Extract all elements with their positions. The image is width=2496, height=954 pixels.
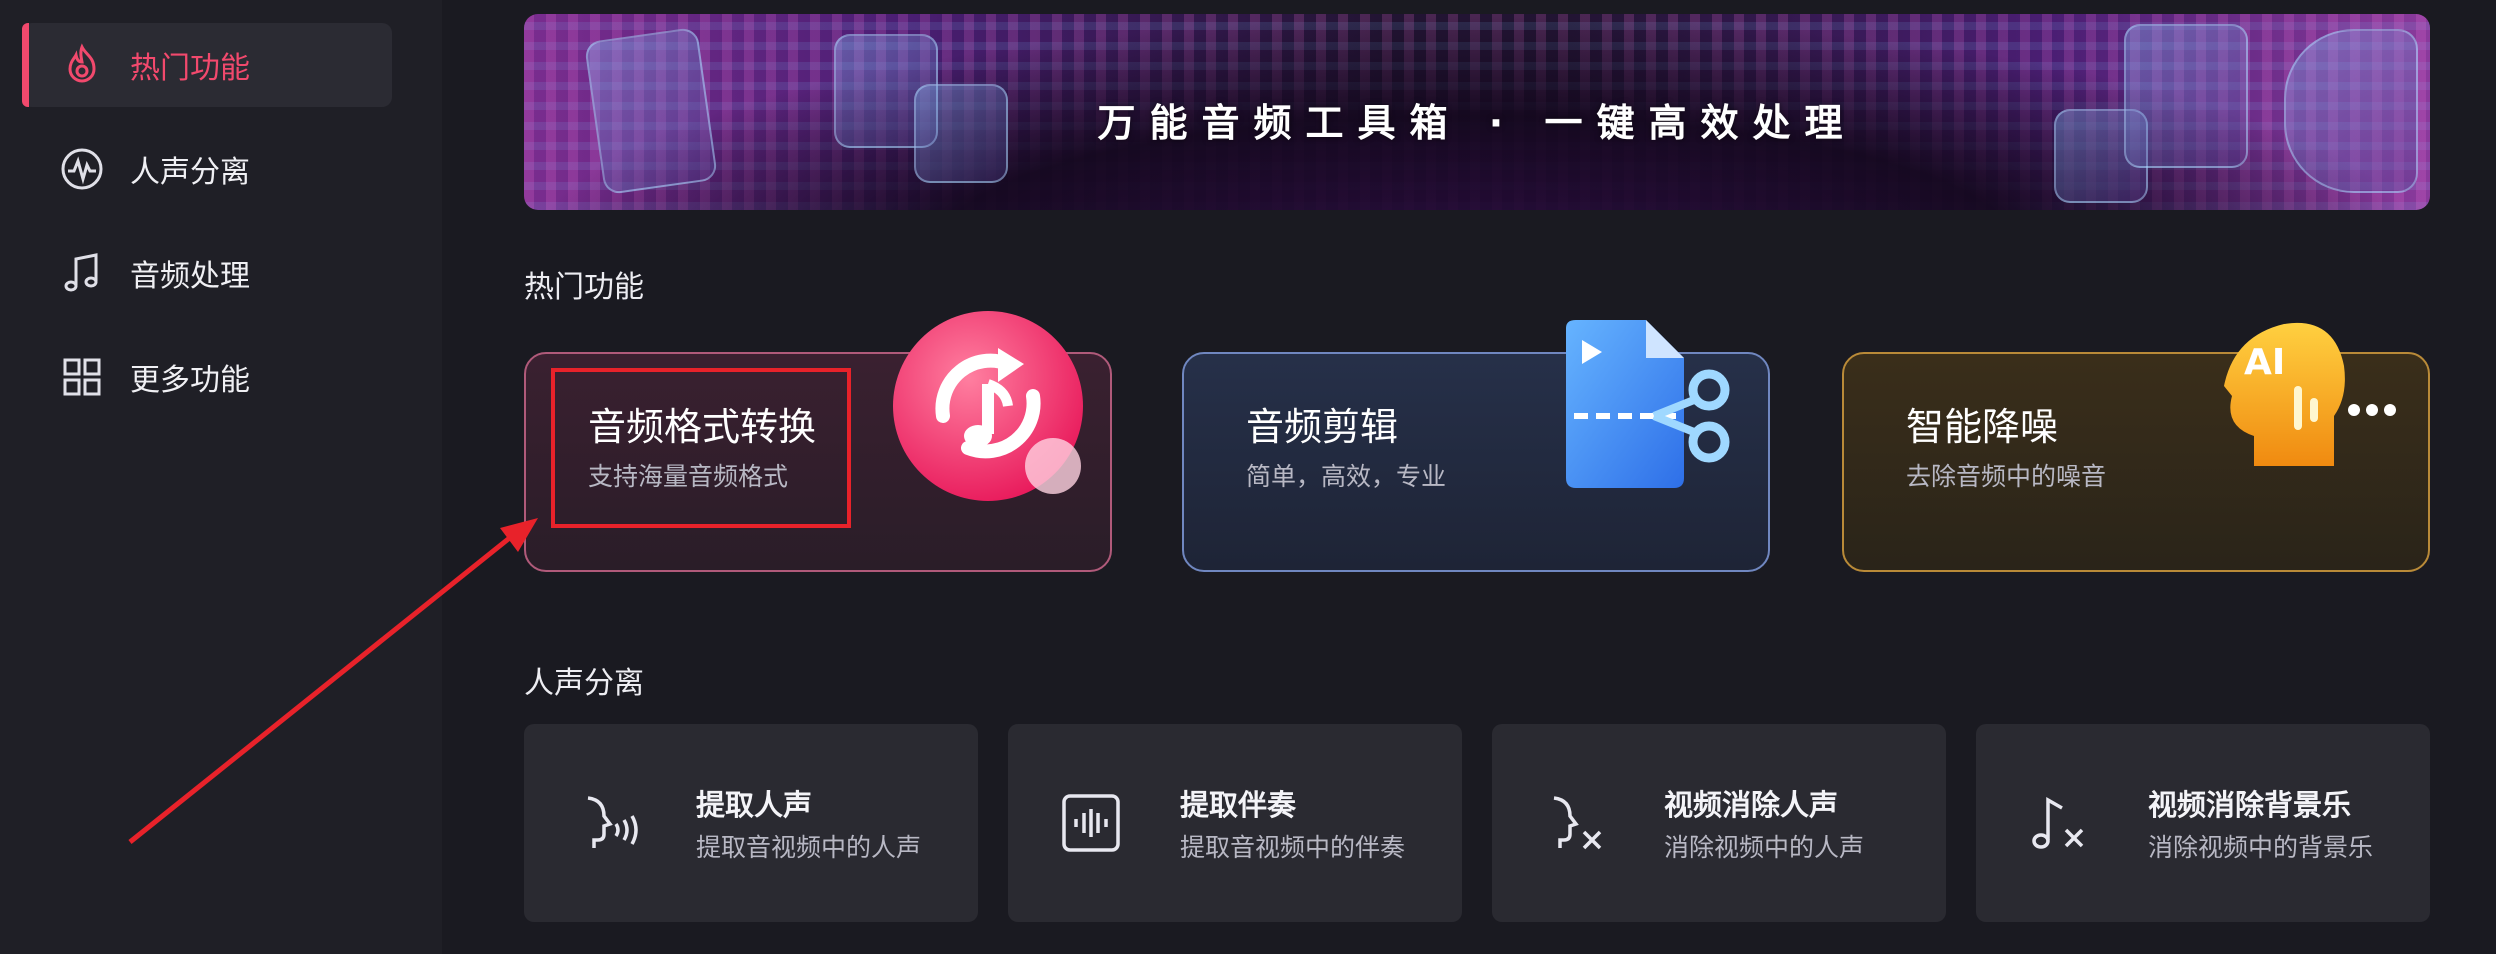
feature-card-audio-edit[interactable]: 音频剪辑 简单，高效，专业	[1182, 320, 1770, 572]
vocal-card-title: 视频消除背景乐	[2148, 788, 2352, 822]
section-title-hot: 热门功能	[524, 270, 644, 305]
voice-remove-icon	[1553, 796, 1602, 850]
feature-card-format-convert[interactable]: 音频格式转换 支持海量音频格式	[524, 311, 1112, 572]
voice-profile-icon	[587, 796, 638, 848]
feature-title: 智能降噪	[1906, 405, 2059, 449]
file-scissors-icon	[1566, 320, 1730, 488]
feature-title: 音频剪辑	[1246, 405, 1399, 449]
sidebar-item-label: 音频处理	[130, 259, 250, 294]
feature-title: 音频格式转换	[588, 405, 817, 449]
vocal-card-subtitle: 消除视频中的人声	[1664, 833, 1865, 862]
section-title-vocal: 人声分离	[524, 666, 644, 701]
music-note-icon	[64, 253, 98, 292]
vocal-card-video-remove-voice[interactable]: 视频消除人声 消除视频中的人声	[1492, 724, 1946, 922]
music-convert-icon	[893, 311, 1083, 501]
sidebar-item-label: 热门功能	[130, 51, 250, 86]
feature-subtitle: 支持海量音频格式	[588, 462, 789, 491]
vocal-card-subtitle: 提取音视频中的人声	[696, 833, 922, 862]
promo-banner[interactable]: 万能音频工具箱 · 一键高效处理	[524, 14, 2430, 210]
sidebar: 热门功能 人声分离 音频处理 更多功能	[0, 0, 442, 954]
vocal-card-extract-voice[interactable]: 提取人声 提取音视频中的人声	[524, 724, 978, 922]
fire-icon	[68, 43, 96, 83]
waveform-icon	[61, 148, 103, 190]
vocal-card-title: 提取人声	[696, 788, 813, 822]
feature-subtitle: 去除音频中的噪音	[1906, 462, 2107, 491]
vocal-card-title: 视频消除人声	[1664, 788, 1839, 822]
feature-card-noise-reduction[interactable]: 智能降噪 去除音频中的噪音 AI	[1842, 322, 2430, 572]
ai-head-icon: AI	[2224, 322, 2396, 466]
vocal-card-subtitle: 提取音视频中的伴奏	[1180, 833, 1406, 862]
vocal-card-subtitle: 消除视频中的背景乐	[2148, 833, 2374, 862]
vocal-card-video-remove-bgm[interactable]: 视频消除背景乐 消除视频中的背景乐	[1976, 724, 2430, 922]
note-remove-icon	[2032, 796, 2084, 849]
vocal-card-extract-accompaniment[interactable]: 提取伴奏 提取音视频中的伴奏	[1008, 724, 1462, 922]
feature-subtitle: 简单，高效，专业	[1246, 462, 1447, 491]
main-content: 万能音频工具箱 · 一键高效处理 热门功能 音频格式转换 支持海量音频格式 音频…	[442, 0, 2496, 954]
audio-box-icon	[1062, 794, 1120, 852]
svg-text:AI: AI	[2244, 342, 2285, 383]
sidebar-item-audio-processing[interactable]: 音频处理	[22, 231, 392, 315]
sidebar-item-label: 更多功能	[130, 363, 250, 398]
grid-icon	[63, 358, 101, 396]
sidebar-item-label: 人声分离	[130, 155, 250, 190]
banner-title: 万能音频工具箱 · 一键高效处理	[1097, 101, 1857, 145]
sidebar-item-vocal-separation[interactable]: 人声分离	[22, 127, 392, 211]
vocal-card-title: 提取伴奏	[1180, 788, 1297, 822]
sidebar-item-hot[interactable]: 热门功能	[22, 23, 392, 107]
sidebar-item-more[interactable]: 更多功能	[22, 335, 392, 419]
